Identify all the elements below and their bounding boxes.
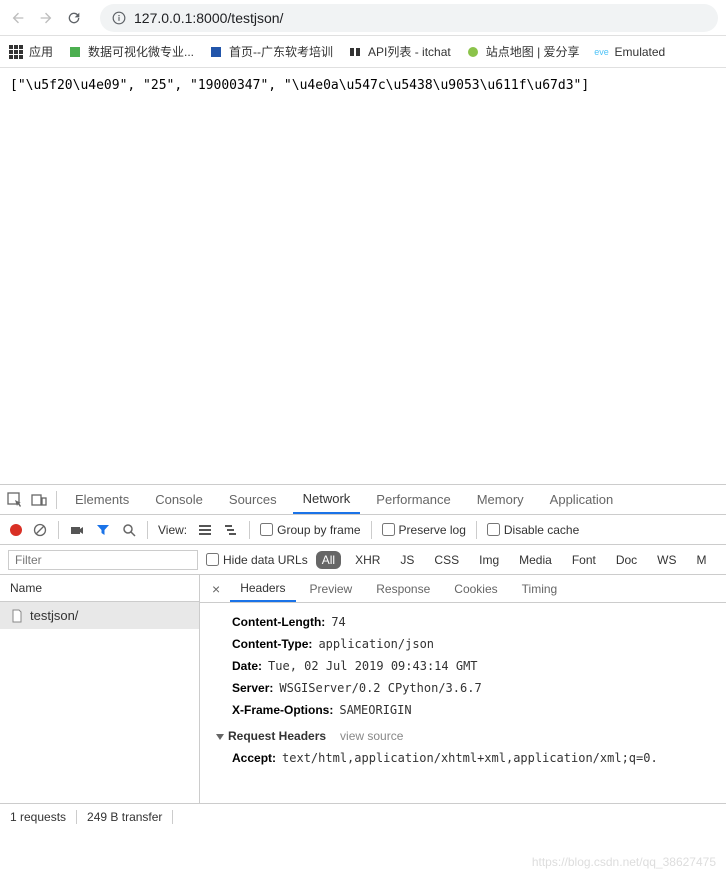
divider bbox=[58, 521, 59, 539]
bookmark-label: Emulated bbox=[615, 45, 666, 59]
request-name: testjson/ bbox=[30, 608, 78, 623]
header-row: Content-Type:application/json bbox=[216, 633, 710, 655]
bookmark-label: 首页--广东软考培训 bbox=[229, 43, 333, 60]
inspect-element-icon[interactable] bbox=[6, 491, 24, 509]
detail-tab-preview[interactable]: Preview bbox=[300, 577, 363, 601]
detail-tab-timing[interactable]: Timing bbox=[512, 577, 568, 601]
detail-tab-cookies[interactable]: Cookies bbox=[444, 577, 507, 601]
camera-icon[interactable] bbox=[69, 522, 85, 538]
filter-type-media[interactable]: Media bbox=[513, 551, 558, 569]
bookmark-icon bbox=[208, 44, 224, 60]
requests-count: 1 requests bbox=[10, 810, 77, 824]
filter-type-ws[interactable]: WS bbox=[651, 551, 682, 569]
filter-type-img[interactable]: Img bbox=[473, 551, 505, 569]
url-text: 127.0.0.1:8000/testjson/ bbox=[134, 10, 283, 26]
waterfall-icon[interactable] bbox=[223, 522, 239, 538]
bookmark-label: 站点地图 | 爱分享 bbox=[486, 43, 580, 60]
filter-type-doc[interactable]: Doc bbox=[610, 551, 643, 569]
filter-type-manifest[interactable]: M bbox=[691, 551, 713, 569]
detail-tab-response[interactable]: Response bbox=[366, 577, 440, 601]
header-row: X-Frame-Options:SAMEORIGIN bbox=[216, 699, 710, 721]
tab-sources[interactable]: Sources bbox=[219, 486, 287, 513]
close-details-button[interactable]: × bbox=[206, 581, 226, 597]
request-list-header[interactable]: Name bbox=[0, 575, 199, 602]
group-by-frame-checkbox[interactable]: Group by frame bbox=[260, 523, 360, 537]
transfer-size: 249 B transfer bbox=[87, 810, 173, 824]
header-row: Date:Tue, 02 Jul 2019 09:43:14 GMT bbox=[216, 655, 710, 677]
divider bbox=[147, 521, 148, 539]
bookmark-label: 数据可视化微专业... bbox=[88, 43, 194, 60]
divider bbox=[371, 521, 372, 539]
bookmark-item-2[interactable]: API列表 - itchat bbox=[347, 43, 451, 60]
page-content: ["\u5f20\u4e09", "25", "19000347", "\u4e… bbox=[0, 68, 726, 484]
filter-type-all[interactable]: All bbox=[316, 551, 341, 569]
filter-icon[interactable] bbox=[95, 522, 111, 538]
bookmark-icon bbox=[67, 44, 83, 60]
tab-console[interactable]: Console bbox=[145, 486, 213, 513]
json-body: ["\u5f20\u4e09", "25", "19000347", "\u4e… bbox=[10, 78, 589, 93]
tab-performance[interactable]: Performance bbox=[366, 486, 460, 513]
filter-type-font[interactable]: Font bbox=[566, 551, 602, 569]
bookmarks-bar: 应用 数据可视化微专业... 首页--广东软考培训 API列表 - itchat… bbox=[0, 36, 726, 68]
view-source-link[interactable]: view source bbox=[340, 729, 403, 743]
tab-elements[interactable]: Elements bbox=[65, 486, 139, 513]
bookmark-item-0[interactable]: 数据可视化微专业... bbox=[67, 43, 194, 60]
apps-label: 应用 bbox=[29, 43, 53, 60]
divider bbox=[476, 521, 477, 539]
bookmark-item-3[interactable]: 站点地图 | 爱分享 bbox=[465, 43, 580, 60]
details-tabs: × Headers Preview Response Cookies Timin… bbox=[200, 575, 726, 603]
devtools-panel: Elements Console Sources Network Perform… bbox=[0, 484, 726, 829]
record-button[interactable] bbox=[10, 524, 22, 536]
address-bar[interactable]: 127.0.0.1:8000/testjson/ bbox=[100, 4, 718, 32]
tab-memory[interactable]: Memory bbox=[467, 486, 534, 513]
header-row: Accept:text/html,application/xhtml+xml,a… bbox=[216, 747, 710, 769]
request-panel: Name testjson/ × Headers Preview Respons… bbox=[0, 575, 726, 803]
browser-toolbar: 127.0.0.1:8000/testjson/ bbox=[0, 0, 726, 36]
apps-icon bbox=[8, 44, 24, 60]
header-row: Server:WSGIServer/0.2 CPython/3.6.7 bbox=[216, 677, 710, 699]
preserve-log-checkbox[interactable]: Preserve log bbox=[382, 523, 466, 537]
search-icon[interactable] bbox=[121, 522, 137, 538]
bookmark-icon: eve bbox=[594, 44, 610, 60]
network-toolbar: View: Group by frame Preserve log Disabl… bbox=[0, 515, 726, 545]
reload-button[interactable] bbox=[64, 8, 84, 28]
large-rows-icon[interactable] bbox=[197, 522, 213, 538]
bookmark-item-4[interactable]: eve Emulated bbox=[594, 44, 666, 60]
detail-tab-headers[interactable]: Headers bbox=[230, 576, 295, 602]
back-button[interactable] bbox=[8, 8, 28, 28]
devtools-tabs: Elements Console Sources Network Perform… bbox=[0, 485, 726, 515]
filter-type-css[interactable]: CSS bbox=[428, 551, 465, 569]
forward-button[interactable] bbox=[36, 8, 56, 28]
tab-network[interactable]: Network bbox=[293, 485, 361, 514]
device-toggle-icon[interactable] bbox=[30, 491, 48, 509]
book-icon bbox=[347, 44, 363, 60]
divider bbox=[249, 521, 250, 539]
divider bbox=[56, 491, 57, 509]
clear-icon[interactable] bbox=[32, 522, 48, 538]
header-row: Content-Length:74 bbox=[216, 611, 710, 633]
filter-type-js[interactable]: JS bbox=[394, 551, 420, 569]
disable-cache-checkbox[interactable]: Disable cache bbox=[487, 523, 579, 537]
tab-application[interactable]: Application bbox=[540, 486, 624, 513]
file-icon bbox=[10, 609, 24, 623]
caret-down-icon bbox=[216, 734, 224, 740]
request-headers-section[interactable]: Request Headers view source bbox=[216, 721, 710, 747]
status-bar: 1 requests 249 B transfer bbox=[0, 803, 726, 829]
info-icon bbox=[112, 11, 126, 25]
request-list: Name testjson/ bbox=[0, 575, 200, 803]
bookmark-item-1[interactable]: 首页--广东软考培训 bbox=[208, 43, 333, 60]
request-details: × Headers Preview Response Cookies Timin… bbox=[200, 575, 726, 803]
watermark: https://blog.csdn.net/qq_38627475 bbox=[532, 855, 716, 869]
filter-input[interactable] bbox=[8, 550, 198, 570]
bookmark-label: API列表 - itchat bbox=[368, 43, 451, 60]
headers-content: Content-Length:74 Content-Type:applicati… bbox=[200, 603, 726, 777]
filter-bar: Hide data URLs All XHR JS CSS Img Media … bbox=[0, 545, 726, 575]
bookmark-icon bbox=[465, 44, 481, 60]
filter-type-xhr[interactable]: XHR bbox=[349, 551, 386, 569]
view-label: View: bbox=[158, 523, 187, 537]
request-item[interactable]: testjson/ bbox=[0, 602, 199, 629]
apps-button[interactable]: 应用 bbox=[8, 43, 53, 60]
hide-data-urls-checkbox[interactable]: Hide data URLs bbox=[206, 553, 308, 567]
